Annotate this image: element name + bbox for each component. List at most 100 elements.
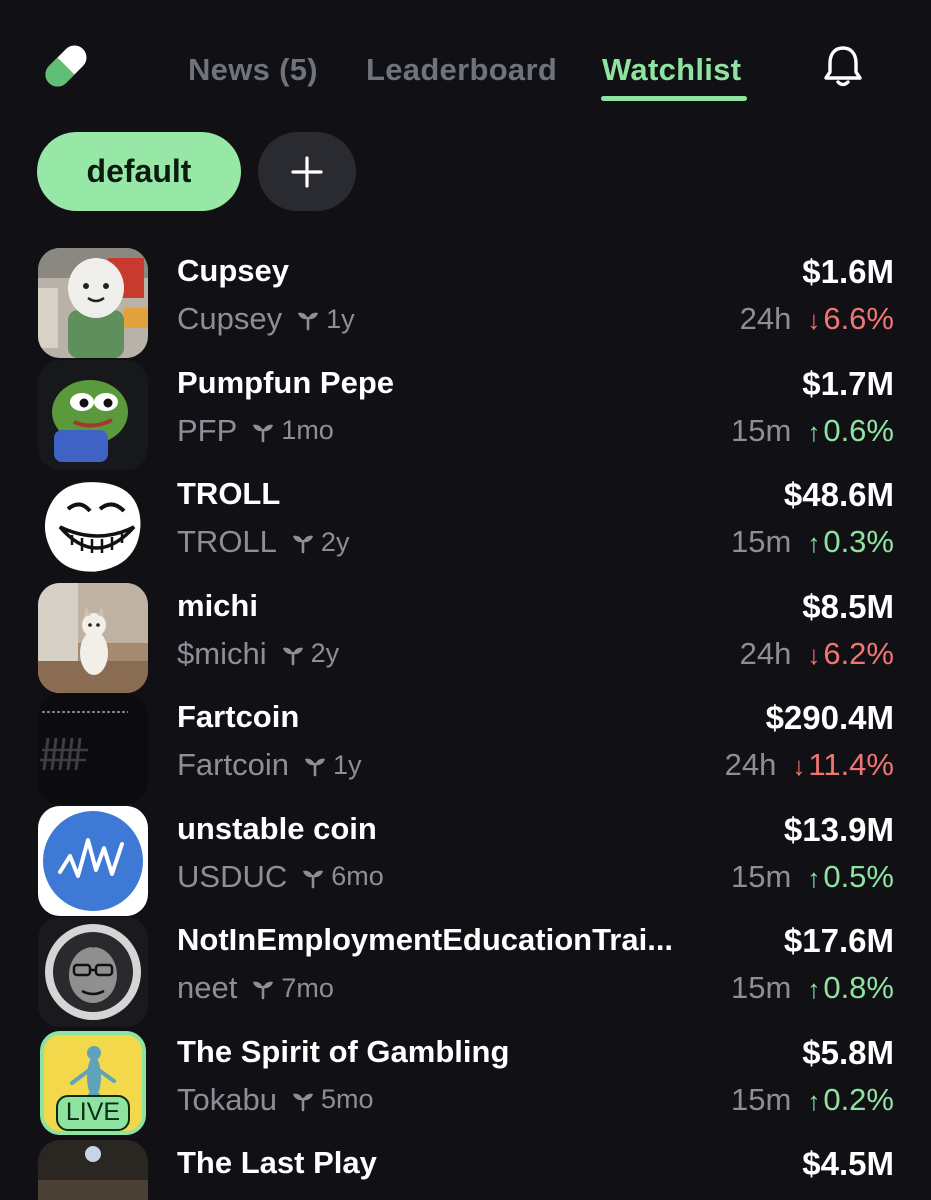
token-meta: Tokabu 5mo [177,1082,374,1118]
token-name: NotInEmploymentEducationTrai... [177,922,674,957]
change-percent: ↓6.6% [807,301,894,336]
token-name: Cupsey [177,253,289,288]
token-symbol: Tokabu [177,1081,277,1117]
add-watchlist-button[interactable] [258,132,356,211]
sprout-icon [282,647,303,665]
change-percent: ↓11.4% [792,747,894,782]
token-avatar [38,694,148,804]
change-period: 24h [739,635,792,671]
tab-leaderboard[interactable]: Leaderboard [366,52,557,92]
tab-watchlist[interactable]: Watchlist [602,52,741,92]
plus-icon [291,155,323,188]
token-row[interactable]: Fartcoin Fartcoin 1y $290.4M 24h ↓11.4% [0,693,931,805]
market-cap: $1.6M [802,253,894,290]
sprout-icon [303,870,324,888]
market-cap: $17.6M [783,922,894,959]
change-period: 24h [739,301,792,336]
token-row[interactable]: Pumpfun Pepe PFP 1mo $1.7M 15m ↑0.6% [0,359,931,471]
token-list: Cupsey Cupsey 1y $1.6M 24h ↓6.6% Pumpfun… [0,247,931,1200]
market-cap: $290.4M [765,699,894,736]
watchlist-screen: News (5) Leaderboard Watchlist default C… [0,0,931,1200]
price-change: 24h ↓11.4% [725,747,894,783]
token-meta: Fartcoin 1y [177,747,362,783]
change-period: 24h [724,747,777,782]
arrow-down-icon: ↓ [792,751,806,781]
market-cap: $13.9M [783,810,894,848]
token-row[interactable]: michi $michi 2y $8.5M 24h ↓6.2% [0,582,931,694]
token-symbol: TROLL [177,524,277,559]
token-row[interactable]: The Last Play $4.5M [0,1139,931,1200]
token-symbol: $michi [177,635,267,671]
watchlist-chip-default[interactable]: default [37,132,241,211]
sprout-icon [253,424,274,442]
tab-news[interactable]: News (5) [188,52,318,92]
token-age: 1mo [281,415,334,445]
sprout-icon [292,535,313,554]
live-badge: LIVE [56,1094,130,1131]
token-avatar [38,917,148,1027]
market-cap: $48.6M [783,476,894,513]
price-change: 24h ↓6.2% [740,636,894,672]
token-symbol: PFP [177,412,238,448]
arrow-up-icon: ↑ [807,528,821,558]
token-row[interactable]: NotInEmploymentEducationTrai... neet 7mo… [0,916,931,1028]
token-avatar [38,1140,148,1200]
price-change: 15m ↑0.8% [731,970,894,1006]
token-age: 5mo [320,1084,374,1114]
token-name: The Last Play [177,1145,377,1180]
token-age: 2y [320,526,350,557]
token-name: TROLL [177,476,281,511]
price-change: 15m ↑0.5% [731,859,894,895]
change-percent: ↑0.2% [807,1081,894,1117]
token-symbol: USDUC [177,858,288,894]
arrow-up-icon: ↑ [807,1085,821,1116]
market-cap: $4.5M [802,1145,894,1182]
token-avatar [38,471,148,581]
token-row[interactable]: TROLL TROLL 2y $48.6M 15m ↑0.3% [0,470,931,582]
token-meta: neet 7mo [177,970,334,1006]
arrow-up-icon: ↑ [807,416,821,447]
token-age: 7mo [281,972,334,1003]
arrow-up-icon: ↑ [807,974,821,1004]
token-age: 1y [332,749,362,780]
token-meta: $michi 2y [177,636,339,672]
price-change: 15m ↑0.2% [731,1082,894,1118]
change-percent: ↓6.2% [807,635,894,671]
token-meta: Cupsey 1y [177,301,355,337]
token-avatar [38,359,148,470]
token-row[interactable]: LIVE The Spirit of Gambling Tokabu 5mo $… [0,1028,931,1140]
change-percent: ↑0.8% [807,970,894,1005]
price-change: 15m ↑0.3% [731,524,894,560]
change-period: 15m [731,970,792,1005]
bell-icon[interactable] [819,42,867,90]
price-change: 15m ↑0.6% [731,413,894,449]
token-avatar [38,805,148,916]
pill-logo-icon[interactable] [38,38,94,94]
sprout-icon [292,1093,313,1111]
price-change: 24h ↓6.6% [740,301,894,337]
token-age: 2y [310,638,340,668]
token-age: 6mo [331,861,384,891]
token-symbol: Fartcoin [177,747,289,782]
change-percent: ↑0.6% [807,412,894,448]
arrow-down-icon: ↓ [807,639,821,670]
token-name: michi [177,587,258,623]
token-age: 1y [326,303,355,334]
token-meta: PFP 1mo [177,413,334,449]
token-name: unstable coin [177,810,377,846]
sprout-icon [304,758,325,777]
token-meta: USDUC 6mo [177,859,384,895]
sprout-icon [298,312,319,331]
change-period: 15m [731,858,792,894]
market-cap: $1.7M [802,364,894,402]
change-percent: ↑0.5% [807,858,894,894]
token-row[interactable]: Cupsey Cupsey 1y $1.6M 24h ↓6.6% [0,247,931,359]
token-meta: TROLL 2y [177,524,349,560]
token-row[interactable]: unstable coin USDUC 6mo $13.9M 15m ↑0.5% [0,805,931,917]
change-period: 15m [731,1081,792,1117]
token-avatar [38,248,148,358]
token-name: Pumpfun Pepe [177,364,395,400]
sprout-icon [253,981,274,1000]
market-cap: $8.5M [802,587,894,625]
active-tab-indicator [601,96,747,101]
